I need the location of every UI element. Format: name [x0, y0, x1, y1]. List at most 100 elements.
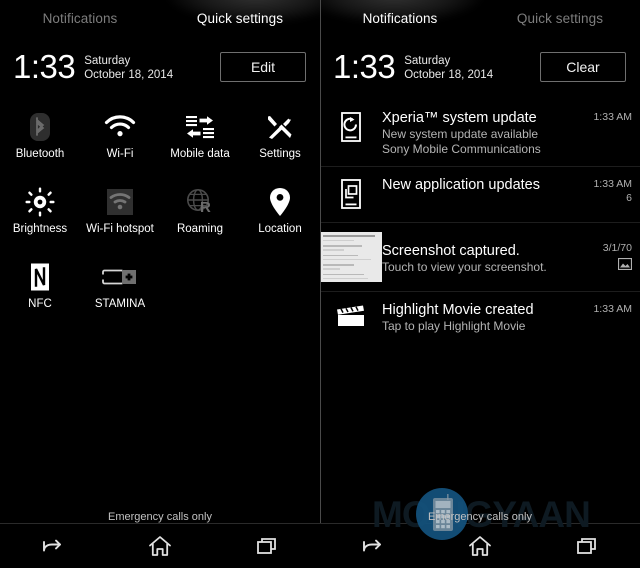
tile-row: Brightness Wi-Fi hotspot R Roaming Locat…	[0, 183, 320, 258]
tile-nfc[interactable]: NFC	[0, 258, 80, 333]
tab-bar-left: Notifications Quick settings	[0, 0, 320, 36]
system-update-icon	[320, 109, 382, 144]
home-button[interactable]	[128, 524, 192, 568]
clock-time: 1:33	[333, 48, 396, 85]
quick-settings-tiles: Bluetooth Wi-Fi Mobile data Settings Bri…	[0, 94, 320, 333]
screenshot-root: Notifications Quick settings 1:33 Saturd…	[0, 0, 640, 568]
notification-meta: 1:33 AM 6	[570, 176, 632, 206]
tile-stamina[interactable]: STAMINA	[80, 258, 160, 333]
tile-settings[interactable]: Settings	[240, 108, 320, 183]
clock-date-block: Saturday October 18, 2014	[84, 52, 173, 82]
notification-body: Highlight Movie created Tap to play High…	[382, 301, 570, 334]
settings-icon	[266, 108, 294, 146]
tile-label: STAMINA	[94, 298, 146, 310]
notification-line1: Tap to play Highlight Movie	[382, 319, 526, 333]
navigation-bar-right	[320, 524, 640, 568]
clock-weekday: Saturday	[404, 55, 451, 67]
home-icon	[148, 535, 172, 557]
tile-label: Bluetooth	[15, 148, 65, 160]
recents-icon	[255, 535, 279, 557]
tile-label: Wi-Fi	[106, 148, 134, 160]
tile-row: Bluetooth Wi-Fi Mobile data Settings	[0, 108, 320, 183]
notification-time: 3/1/70	[602, 242, 632, 254]
navigation-bar-left	[0, 524, 320, 568]
notification-body: New application updates	[382, 176, 570, 194]
mobile-data-icon	[185, 108, 215, 146]
bluetooth-icon	[27, 108, 53, 146]
clock-fulldate: October 18, 2014	[84, 69, 174, 81]
notification-item[interactable]: Highlight Movie created Tap to play High…	[320, 291, 640, 347]
notification-body: Screenshot captured. Touch to view your …	[382, 232, 570, 275]
clock-fulldate: October 18, 2014	[404, 69, 494, 81]
tile-placeholder	[160, 258, 240, 333]
tab-quick-settings[interactable]: Quick settings	[160, 11, 320, 26]
brightness-icon	[25, 183, 55, 221]
back-button[interactable]	[21, 524, 85, 568]
app-updates-icon	[320, 176, 382, 211]
back-arrow-icon	[360, 536, 386, 556]
tile-label: Brightness	[12, 223, 68, 235]
clock-time: 1:33	[13, 48, 76, 85]
clock-date-block: Saturday October 18, 2014	[404, 52, 493, 82]
clear-button[interactable]: Clear	[540, 52, 626, 82]
image-icon	[570, 258, 632, 270]
tile-wifi[interactable]: Wi-Fi	[80, 108, 160, 183]
notification-meta: 1:33 AM	[570, 109, 632, 124]
notification-list: Xperia™ system update New system update …	[320, 100, 640, 347]
notification-line2: Sony Mobile Communications	[382, 142, 541, 156]
tile-brightness[interactable]: Brightness	[0, 183, 80, 258]
back-arrow-icon	[40, 536, 66, 556]
tile-row: NFC STAMINA	[0, 258, 320, 333]
notification-time: 1:33 AM	[593, 303, 632, 315]
notification-title: Highlight Movie created	[382, 302, 534, 318]
notification-time: 1:33 AM	[593, 111, 632, 123]
tab-notifications[interactable]: Notifications	[320, 11, 480, 26]
back-button[interactable]	[341, 524, 405, 568]
status-text-right: Emergency calls only	[428, 511, 532, 523]
movie-clapperboard-icon	[320, 301, 382, 328]
recents-icon	[575, 535, 599, 557]
notification-item[interactable]: Screenshot captured. Touch to view your …	[320, 222, 640, 291]
notification-item[interactable]: New application updates 1:33 AM 6	[320, 166, 640, 222]
tab-bar-right: Notifications Quick settings	[320, 0, 640, 36]
home-icon	[468, 535, 492, 557]
tile-placeholder	[240, 258, 320, 333]
clock-header-left: 1:33 Saturday October 18, 2014 Edit	[0, 40, 320, 94]
tile-mobile-data[interactable]: Mobile data	[160, 108, 240, 183]
tile-bluetooth[interactable]: Bluetooth	[0, 108, 80, 183]
notification-item[interactable]: Xperia™ system update New system update …	[320, 100, 640, 166]
status-text-left: Emergency calls only	[108, 511, 212, 523]
tile-label: Roaming	[176, 223, 224, 235]
tile-label: Wi-Fi hotspot	[86, 223, 154, 235]
tile-location[interactable]: Location	[240, 183, 320, 258]
edit-button[interactable]: Edit	[220, 52, 306, 82]
nfc-icon	[28, 258, 52, 296]
wifi-hotspot-icon	[105, 183, 135, 221]
notification-meta: 3/1/70	[570, 232, 632, 270]
notification-body: Xperia™ system update New system update …	[382, 109, 570, 157]
tile-roaming[interactable]: R Roaming	[160, 183, 240, 258]
notification-meta: 1:33 AM	[570, 301, 632, 316]
screenshot-preview-image	[320, 232, 382, 282]
tile-label: Settings	[259, 148, 301, 160]
panel-divider	[320, 0, 321, 523]
stamina-icon	[102, 258, 138, 296]
clock-header-right: 1:33 Saturday October 18, 2014 Clear	[320, 40, 640, 94]
tile-label: NFC	[28, 298, 52, 310]
notifications-panel: Notifications Quick settings 1:33 Saturd…	[320, 0, 640, 568]
tab-quick-settings[interactable]: Quick settings	[480, 11, 640, 26]
tab-notifications[interactable]: Notifications	[0, 11, 160, 26]
tile-label: Location	[258, 223, 302, 235]
clock-weekday: Saturday	[84, 55, 131, 67]
notification-count: 6	[626, 192, 632, 204]
quick-settings-panel: Notifications Quick settings 1:33 Saturd…	[0, 0, 320, 568]
notification-title: New application updates	[382, 177, 540, 193]
home-button[interactable]	[448, 524, 512, 568]
recents-button[interactable]	[555, 524, 619, 568]
screenshot-thumbnail	[320, 232, 382, 282]
notification-title: Xperia™ system update	[382, 110, 537, 126]
notification-line1: Touch to view your screenshot.	[382, 260, 547, 274]
notification-time: 1:33 AM	[593, 178, 632, 190]
tile-wifi-hotspot[interactable]: Wi-Fi hotspot	[80, 183, 160, 258]
recents-button[interactable]	[235, 524, 299, 568]
